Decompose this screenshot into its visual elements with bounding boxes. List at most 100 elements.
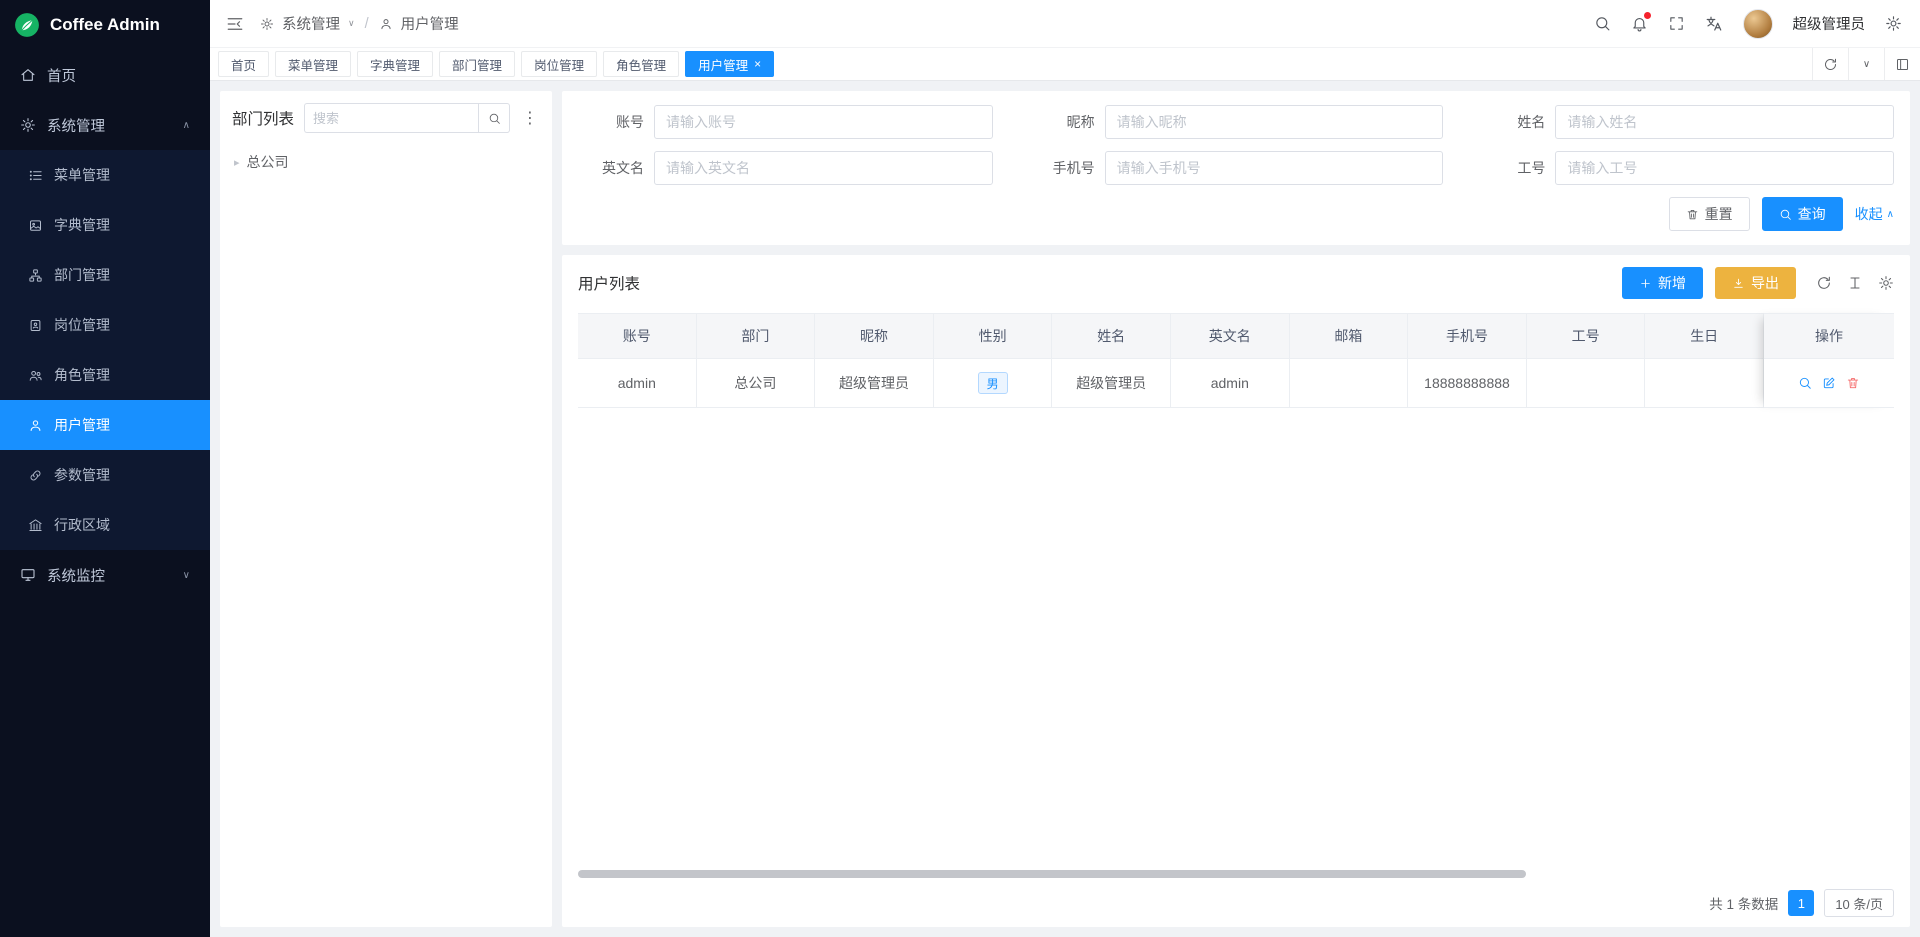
dictionary-icon [28, 218, 43, 233]
column-header: 英文名 [1171, 313, 1290, 359]
sidebar-item-user-management[interactable]: 用户管理 [0, 400, 210, 450]
tab-department-management[interactable]: 部门管理 [439, 51, 515, 77]
column-header: 昵称 [815, 313, 934, 359]
sidebar-item-dict-management[interactable]: 字典管理 [0, 200, 210, 250]
column-header: 账号 [578, 313, 697, 359]
breadcrumb-separator: / [363, 16, 371, 32]
name-input[interactable] [1555, 105, 1894, 139]
row-operations [1764, 359, 1894, 408]
fullscreen-icon[interactable] [1668, 15, 1685, 32]
scrollbar-thumb[interactable] [578, 870, 1526, 878]
menu-fold-icon[interactable] [226, 15, 244, 33]
department-search [304, 103, 510, 133]
column-header: 生日 [1645, 313, 1764, 359]
coffee-logo-icon [14, 12, 40, 38]
tree-node-head-office[interactable]: ▸ 总公司 [232, 147, 540, 177]
sidebar-item-home[interactable]: 首页 [0, 50, 210, 100]
department-search-button[interactable] [478, 103, 510, 133]
tab-menu-management[interactable]: 菜单管理 [275, 51, 351, 77]
column-header: 手机号 [1408, 313, 1527, 359]
content-fullscreen-icon[interactable] [1884, 48, 1920, 80]
tab-role-management[interactable]: 角色管理 [603, 51, 679, 77]
english-name-input[interactable] [654, 151, 993, 185]
sidebar-item-menu-management[interactable]: 菜单管理 [0, 150, 210, 200]
bank-icon [28, 518, 43, 533]
column-header: 工号 [1527, 313, 1646, 359]
view-icon[interactable] [1798, 376, 1812, 390]
export-button[interactable]: 导出 [1715, 267, 1796, 299]
phone-input[interactable] [1105, 151, 1444, 185]
department-tree: ▸ 总公司 [232, 147, 540, 177]
add-user-button[interactable]: 新增 [1622, 267, 1703, 299]
field-label: 英文名 [578, 158, 654, 178]
column-settings-gear-icon[interactable] [1878, 275, 1894, 291]
sidebar-item-parameter-management[interactable]: 参数管理 [0, 450, 210, 500]
user-list-header: 用户列表 新增 导出 [578, 267, 1894, 299]
tab-close-icon[interactable]: × [754, 58, 761, 70]
org-tree-icon [28, 268, 43, 283]
refresh-icon[interactable] [1812, 48, 1848, 80]
query-label: 查询 [1798, 204, 1826, 224]
sidebar-item-system-monitor[interactable]: 系统监控 ∨ [0, 550, 210, 600]
sidebar-item-post-management[interactable]: 岗位管理 [0, 300, 210, 350]
menu-list-icon [28, 168, 43, 183]
field-label: 账号 [578, 112, 654, 132]
user-list-toolbar: 新增 导出 [1622, 267, 1894, 299]
id-badge-icon [28, 318, 43, 333]
edit-icon[interactable] [1822, 376, 1836, 390]
trash-icon [1686, 208, 1699, 221]
more-options-icon[interactable]: ⋮ [520, 108, 540, 128]
job-number-input[interactable] [1555, 151, 1894, 185]
density-icon[interactable] [1847, 275, 1863, 291]
sidebar-item-department-management[interactable]: 部门管理 [0, 250, 210, 300]
refresh-icon[interactable] [1816, 275, 1832, 291]
sidebar-item-label: 部门管理 [54, 265, 110, 285]
department-panel-header: 部门列表 ⋮ [232, 103, 540, 133]
user-table-main: 账号 部门 昵称 性别 姓名 英文名 邮箱 手机号 工号 生日 [578, 313, 1764, 408]
collapse-toggle[interactable]: 收起 ∧ [1855, 204, 1894, 224]
cell-nickname: 超级管理员 [815, 359, 934, 408]
trash-icon [1846, 376, 1860, 390]
tab-home[interactable]: 首页 [218, 51, 269, 77]
translate-icon[interactable] [1705, 15, 1723, 33]
sidebar-menu: 首页 系统管理 ∧ 菜单管理 字典管理 部门管理 [0, 50, 210, 600]
sidebar-item-admin-region[interactable]: 行政区域 [0, 500, 210, 550]
tabs-more-dropdown[interactable]: ∨ [1848, 48, 1884, 80]
notification-bell[interactable] [1631, 15, 1648, 32]
tab-dict-management[interactable]: 字典管理 [357, 51, 433, 77]
cell-job-number [1527, 359, 1646, 408]
sidebar-item-label: 岗位管理 [54, 315, 110, 335]
department-search-input[interactable] [304, 103, 478, 133]
tab-post-management[interactable]: 岗位管理 [521, 51, 597, 77]
account-input[interactable] [654, 105, 993, 139]
field-account: 账号 [578, 105, 993, 139]
page-size-select[interactable]: 10 条/页 [1824, 889, 1894, 917]
total-count: 共 1 条数据 [1709, 893, 1778, 913]
sidebar: Coffee Admin 首页 系统管理 ∧ 菜单管理 字典管理 [0, 0, 210, 937]
tabs-controls: ∨ [1812, 48, 1920, 80]
avatar[interactable] [1743, 9, 1773, 39]
nickname-input[interactable] [1105, 105, 1444, 139]
sidebar-item-label: 菜单管理 [54, 165, 110, 185]
page-number-button[interactable]: 1 [1788, 890, 1814, 916]
tabs: 首页 菜单管理 字典管理 部门管理 岗位管理 角色管理 用户管理 × [210, 48, 1812, 80]
sidebar-item-system-management[interactable]: 系统管理 ∧ [0, 100, 210, 150]
refresh-arrow-icon [1823, 57, 1838, 72]
sidebar-item-label: 用户管理 [54, 415, 110, 435]
topbar: 系统管理 ∨ / 用户管理 超级管理员 [210, 0, 1920, 48]
settings-gear-icon[interactable] [1885, 15, 1902, 32]
query-button[interactable]: 查询 [1762, 197, 1843, 231]
caret-right-icon[interactable]: ▸ [234, 156, 240, 169]
delete-icon[interactable] [1846, 376, 1860, 390]
sidebar-item-role-management[interactable]: 角色管理 [0, 350, 210, 400]
username[interactable]: 超级管理员 [1793, 13, 1866, 34]
export-label: 导出 [1751, 273, 1779, 293]
layout-expand-icon [1895, 57, 1910, 72]
breadcrumb-section[interactable]: 系统管理 [282, 13, 340, 34]
sidebar-item-label: 行政区域 [54, 515, 110, 535]
column-header: 部门 [697, 313, 816, 359]
tab-user-management[interactable]: 用户管理 × [685, 51, 774, 77]
search-icon[interactable] [1594, 15, 1611, 32]
plus-icon [1639, 277, 1652, 290]
reset-button[interactable]: 重置 [1669, 197, 1750, 231]
